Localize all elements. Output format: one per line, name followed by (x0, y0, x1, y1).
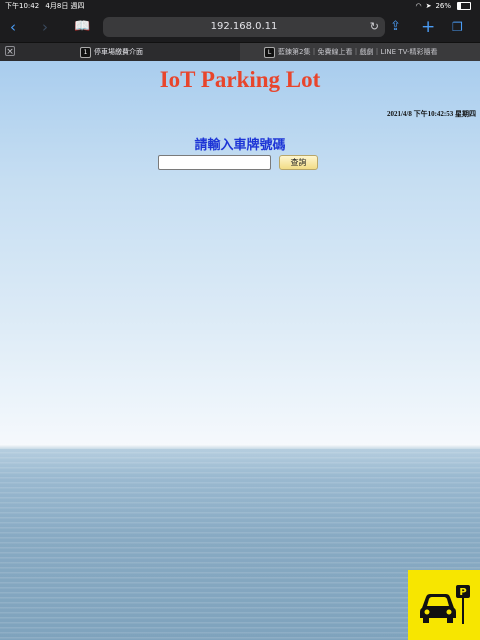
status-bar: 下午10:42 4月8日 週四 ◠ ➤ 26% (0, 0, 480, 12)
plate-prompt: 請輸入車牌號碼 (194, 138, 286, 153)
status-date: 4月8日 週四 (45, 2, 85, 10)
close-tab-icon[interactable]: × (5, 46, 15, 57)
tab-bar: × 1 停車場繳費介面 L 藍鍊第2集｜免費線上看｜戲劇｜LINE TV-精彩隨看 (0, 42, 480, 61)
share-icon[interactable]: ⇪ (390, 12, 401, 42)
back-icon[interactable]: ‹ (10, 12, 16, 42)
forward-icon[interactable]: › (42, 12, 48, 42)
status-left: 下午10:42 4月8日 週四 (5, 1, 89, 11)
wifi-icon: ◠ (415, 2, 422, 10)
plate-number-input[interactable] (158, 154, 271, 170)
query-button[interactable]: 查詢 (279, 154, 318, 170)
favicon-icon: 1 (80, 46, 91, 58)
location-icon: ➤ (425, 2, 432, 10)
status-time: 下午10:42 (5, 2, 40, 10)
tab-inactive[interactable]: L 藍鍊第2集｜免費線上看｜戲劇｜LINE TV-精彩隨看 (240, 43, 480, 61)
address-bar[interactable]: 192.168.0.11 ↻ (103, 17, 385, 37)
browser-toolbar: ‹ › 📖 192.168.0.11 ↻ ⇪ + ❐ (0, 12, 480, 42)
car-parking-icon: P (420, 585, 470, 624)
search-form: 查詢 (158, 153, 318, 171)
bookmarks-icon[interactable]: 📖 (74, 12, 90, 42)
tab-label: 停車場繳費介面 (94, 48, 143, 56)
datetime-display: 2021/4/8 下午10:42:53 星期四 (386, 110, 476, 118)
status-right: ◠ ➤ 26% (415, 2, 475, 10)
web-page: IoT Parking Lot 2021/4/8 下午10:42:53 星期四 … (0, 61, 480, 640)
tabs-icon[interactable]: ❐ (452, 12, 463, 42)
favicon-icon: L (264, 46, 275, 58)
address-text: 192.168.0.11 (210, 21, 278, 32)
reload-icon[interactable]: ↻ (370, 17, 379, 37)
battery-icon (457, 2, 471, 10)
parking-widget[interactable]: P (408, 570, 480, 640)
parking-sign-letter: P (459, 587, 466, 598)
battery-percent: 26% (435, 2, 451, 10)
horizon (0, 445, 480, 449)
tab-active[interactable]: 1 停車場繳費介面 (80, 43, 240, 61)
page-title: IoT Parking Lot (159, 67, 321, 92)
new-tab-icon[interactable]: + (421, 12, 435, 42)
tab-label: 藍鍊第2集｜免費線上看｜戲劇｜LINE TV-精彩隨看 (278, 48, 438, 56)
